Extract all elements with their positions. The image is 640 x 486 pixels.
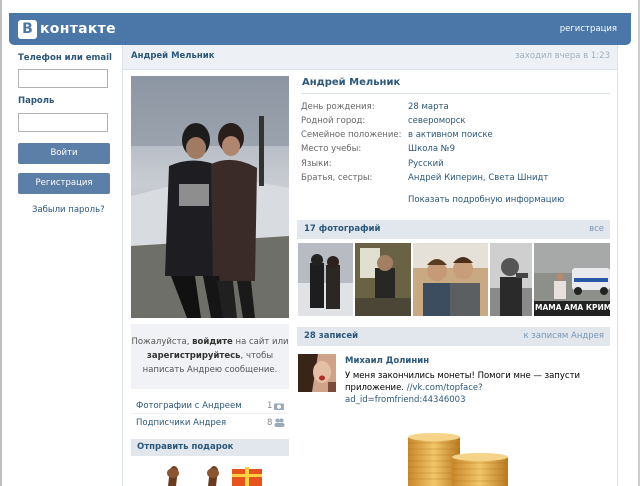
vk-logo-mark: В	[18, 19, 37, 39]
gift-icons[interactable]	[160, 461, 270, 486]
forgot-password-link[interactable]: Забыли пароль?	[32, 205, 105, 215]
people-icon	[274, 418, 285, 427]
info-key: Языки:	[301, 159, 332, 169]
photo-thumb[interactable]	[413, 243, 488, 316]
photo-thumb[interactable]	[490, 243, 532, 316]
password-input[interactable]	[18, 113, 108, 132]
post-text: У меня закончились монеты! Помоги мне — …	[345, 370, 595, 406]
prompt-text: написать Андрею сообщение.	[142, 365, 278, 375]
info-value[interactable]: североморск	[408, 116, 466, 126]
profile-topbar: Андрей Мельник заходил вчера в 1:23	[123, 45, 617, 70]
phone-input[interactable]	[18, 69, 108, 88]
last-seen-status: заходил вчера в 1:23	[515, 51, 610, 61]
camera-icon	[274, 403, 284, 410]
post-author-avatar[interactable]	[298, 354, 336, 392]
info-key: Семейное положение:	[301, 130, 402, 140]
post-author-name[interactable]: Михаил Долинин	[345, 356, 429, 366]
phone-label: Телефон или email	[18, 53, 112, 63]
photo-thumb[interactable]	[298, 243, 353, 316]
prompt-text: на сайт или	[232, 337, 289, 347]
info-key: День рождения:	[301, 102, 375, 112]
followers-count: 8	[267, 418, 273, 428]
wall-link[interactable]: к записям Андрея	[523, 331, 604, 341]
info-value[interactable]: в активном поиске	[408, 130, 493, 140]
coins-image	[408, 433, 508, 486]
followers-link[interactable]: Подписчики Андрея	[136, 418, 226, 428]
info-key: Братья, сестры:	[301, 173, 373, 183]
photo-caption: МАМА АМА КРИМИН	[535, 303, 610, 312]
wall-section-header[interactable]: 28 записей к записям Андрея	[297, 327, 610, 346]
photos-title[interactable]: 17 фотографий	[304, 224, 380, 234]
register-button[interactable]: Регистрация	[18, 173, 110, 194]
prompt-text: , чтобы	[240, 351, 274, 361]
gifts-header[interactable]: Отправить подарок	[131, 439, 289, 456]
name-underline	[301, 93, 610, 94]
prompt-text: Пожалуйста,	[131, 337, 193, 347]
left-divider	[122, 45, 123, 486]
info-value[interactable]: Русский	[408, 159, 444, 169]
side-divider	[131, 413, 289, 414]
info-value[interactable]: Школа №9	[408, 144, 455, 154]
top-header: В контакте регистрация	[9, 13, 631, 45]
wall-title[interactable]: 28 записей	[304, 331, 358, 341]
prompt-login-link[interactable]: войдите	[192, 337, 233, 347]
profile-name: Андрей Мельник	[302, 77, 401, 88]
photo-thumb[interactable]	[355, 243, 411, 316]
photo-thumb[interactable]: МАМА АМА КРИМИН	[534, 243, 610, 316]
photos-all-link[interactable]: все	[589, 224, 604, 234]
show-more-info-link[interactable]: Показать подробную информацию	[408, 195, 564, 205]
vk-logo-text: контакте	[40, 21, 116, 37]
profile-photo[interactable]	[131, 76, 289, 318]
right-divider	[617, 45, 618, 486]
header-register-link[interactable]: регистрация	[560, 24, 617, 34]
info-key: Место учебы:	[301, 144, 362, 154]
info-value[interactable]: 28 марта	[408, 102, 449, 112]
prompt-register-link[interactable]: зарегистрируйтесь	[147, 351, 241, 361]
vk-logo[interactable]: В контакте	[18, 19, 116, 39]
info-key: Родной город:	[301, 116, 366, 126]
login-button[interactable]: Войти	[18, 143, 110, 164]
login-prompt-box: Пожалуйста, войдите на сайт или зарегист…	[131, 324, 289, 389]
photos-with-count: 1	[267, 401, 273, 411]
info-value[interactable]: Андрей Киперин, Света Шнидт	[408, 173, 548, 183]
photos-with-link[interactable]: Фотографии с Андреем	[136, 401, 242, 411]
profile-name-header: Андрей Мельник	[131, 51, 215, 61]
photos-section-header[interactable]: 17 фотографий все	[297, 220, 610, 239]
password-label: Пароль	[18, 96, 55, 106]
